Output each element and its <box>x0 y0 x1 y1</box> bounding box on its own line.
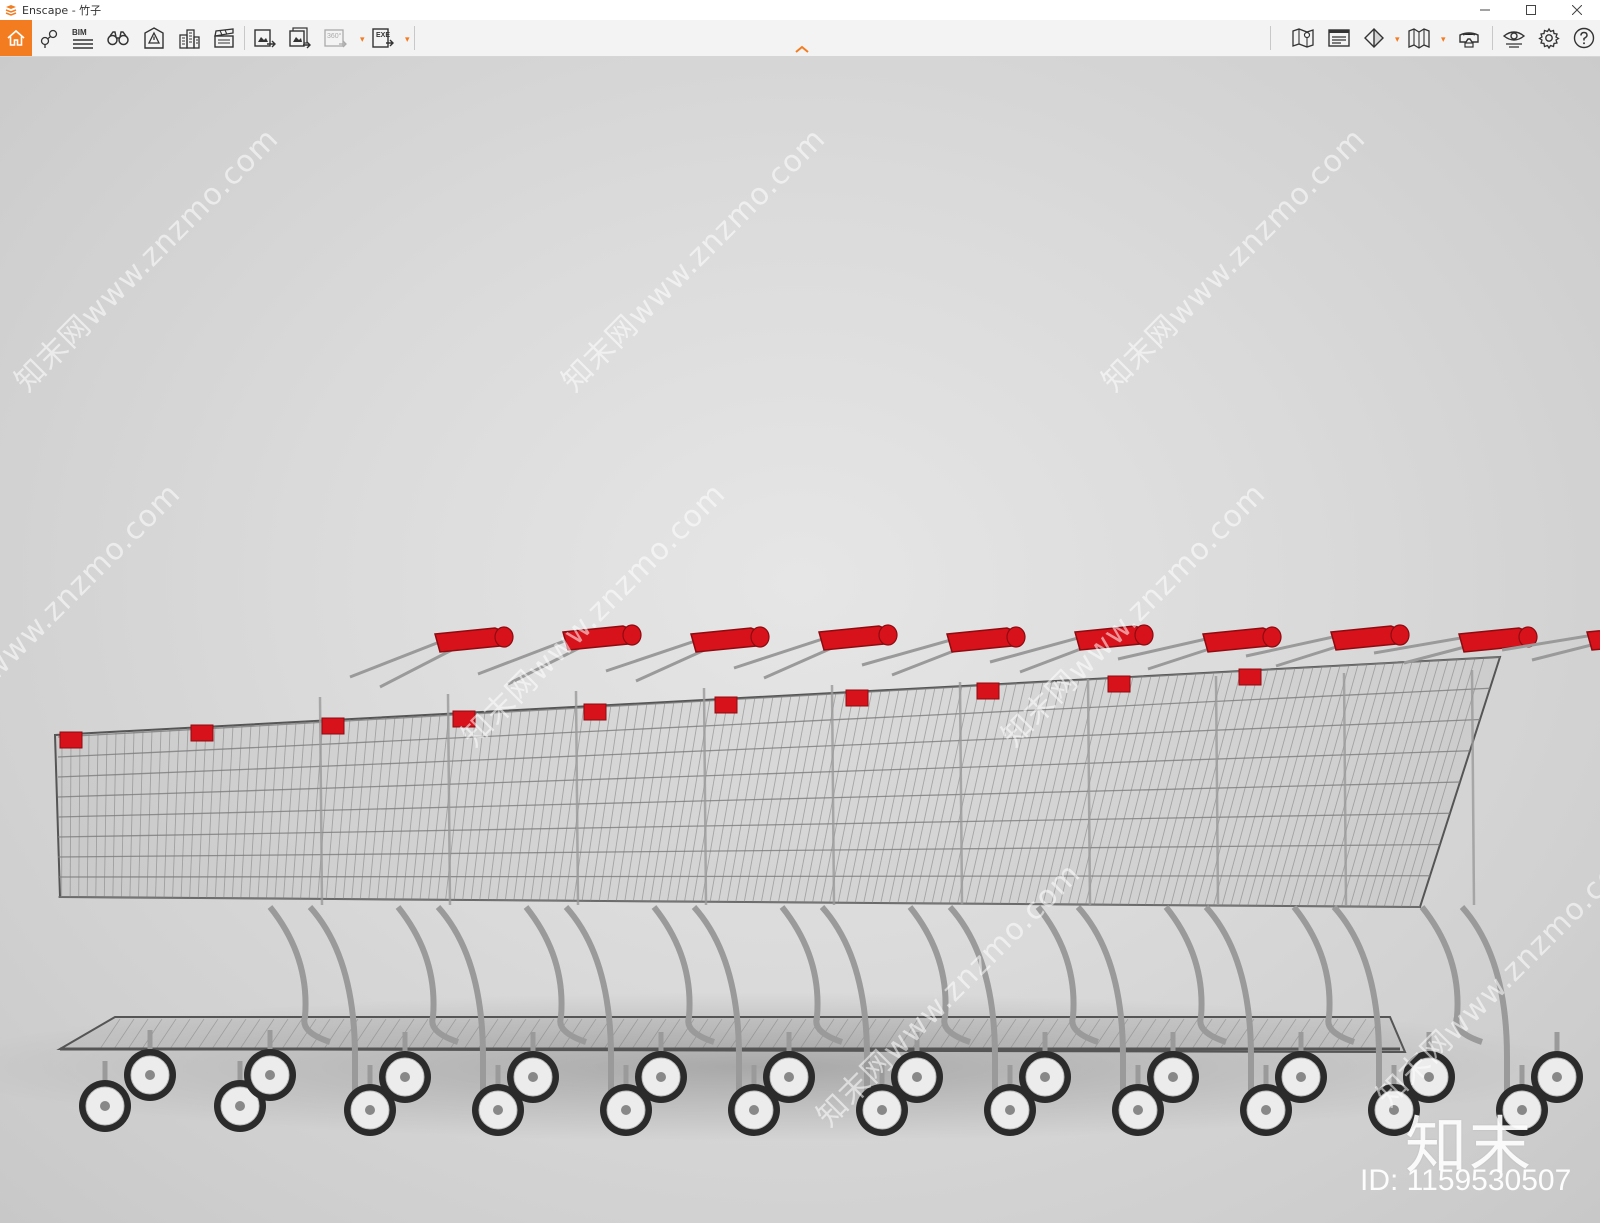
batch-render-icon <box>289 27 311 49</box>
home-button[interactable] <box>0 20 32 56</box>
minimize-button[interactable] <box>1462 0 1508 20</box>
toolbar-separator <box>1270 26 1271 50</box>
enscape-toolbar: BIM 360° ▾ EXE ▾ ▾ ▾ <box>0 20 1600 57</box>
minimize-icon <box>1480 9 1490 11</box>
shopping-carts-render <box>0 624 1600 1142</box>
bim-list-icon <box>73 38 93 49</box>
enscape-logo-icon <box>5 5 17 16</box>
city-buildings-icon <box>179 29 200 49</box>
export-dropdown-caret[interactable]: ▾ <box>405 34 410 45</box>
clapperboard-icon <box>214 28 234 48</box>
video-editor-button[interactable] <box>211 20 237 56</box>
screen-text-icon <box>1328 29 1350 47</box>
close-icon <box>1572 5 1582 15</box>
screenshot-button[interactable] <box>252 20 278 56</box>
gear-icon <box>1538 27 1560 49</box>
asset-library-button[interactable] <box>105 20 131 56</box>
maximize-button[interactable] <box>1508 0 1554 20</box>
batch-render-button[interactable] <box>287 20 313 56</box>
map-icon <box>1292 28 1314 48</box>
half-circle-icon <box>1364 28 1384 48</box>
site-context-button[interactable] <box>176 20 202 56</box>
toolbar-separator <box>414 26 415 50</box>
window-title: Enscape - 竹子 <box>22 4 102 17</box>
vr-headset-button[interactable] <box>1455 20 1483 56</box>
exe-label: EXE <box>376 32 391 39</box>
bim-button[interactable]: BIM <box>70 20 96 56</box>
visual-settings-button[interactable] <box>1500 20 1528 56</box>
home-icon <box>7 29 25 46</box>
window-title-bar: Enscape - 竹子 <box>0 0 1600 20</box>
help-icon <box>1573 27 1595 49</box>
collapse-toolbar-button[interactable] <box>792 42 812 56</box>
panorama-button: 360° <box>322 20 348 56</box>
vr-headset-icon <box>1459 32 1479 48</box>
help-button[interactable] <box>1570 20 1598 56</box>
map-button[interactable] <box>1290 20 1316 56</box>
bim-label: BIM <box>72 27 87 37</box>
info-overlay-button[interactable] <box>1326 20 1352 56</box>
section-view-button[interactable] <box>1361 20 1387 56</box>
toolbar-separator <box>1492 26 1493 50</box>
eye-icon <box>1502 31 1526 48</box>
toolbar-separator <box>244 26 245 50</box>
section-dropdown-caret[interactable]: ▾ <box>1395 34 1400 45</box>
maximize-icon <box>1526 5 1536 15</box>
annotation-dropdown-caret[interactable]: ▾ <box>1441 34 1446 45</box>
close-button[interactable] <box>1554 0 1600 20</box>
views-button[interactable] <box>36 20 62 56</box>
export-exe-button[interactable]: EXE <box>370 20 396 56</box>
panorama-dropdown-caret[interactable]: ▾ <box>360 34 365 45</box>
render-viewport[interactable]: 知末网www.znzmo.com 知末网www.znzmo.com 知末网www… <box>0 57 1600 1223</box>
panorama-360-label: 360° <box>327 33 342 40</box>
building-warning-icon <box>144 27 164 49</box>
render-export-icon <box>254 29 276 48</box>
issues-button[interactable] <box>141 20 167 56</box>
collaborative-annotation-button[interactable] <box>1406 20 1432 56</box>
image-id-label: ID: 1159530507 <box>1360 1164 1572 1197</box>
binoculars-icon <box>107 31 129 46</box>
chevron-up-icon <box>795 45 809 53</box>
location-pin-icon <box>40 29 58 48</box>
book-icon <box>1408 28 1430 49</box>
settings-button[interactable] <box>1535 20 1563 56</box>
